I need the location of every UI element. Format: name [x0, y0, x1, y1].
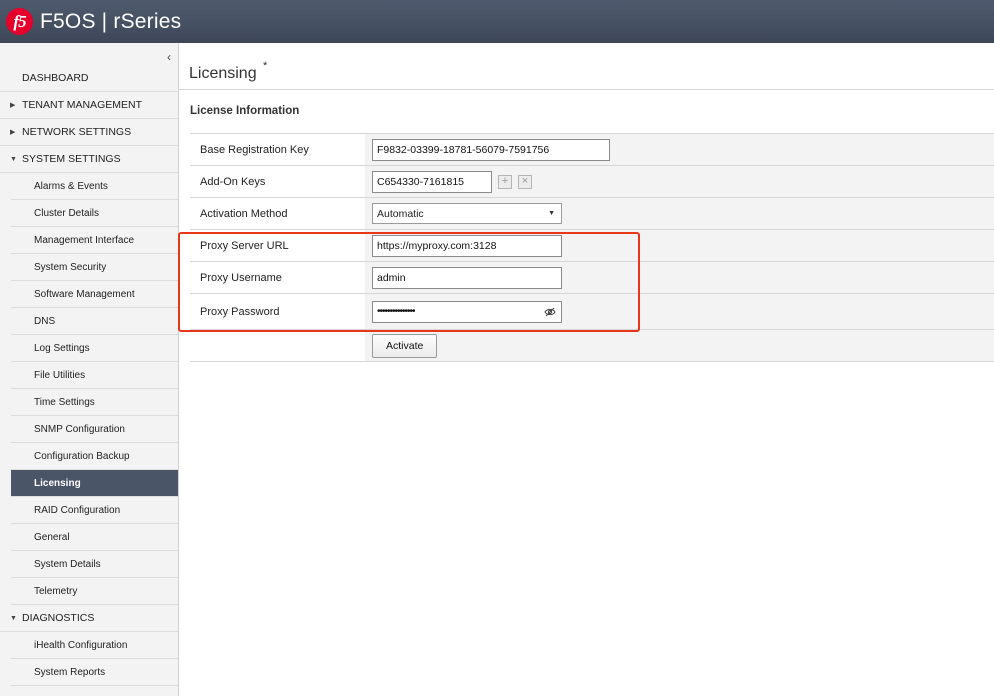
form-row-proxy-password: Proxy Password •••••••••••••••: [190, 294, 994, 330]
sidebar-item-ihealth-configuration[interactable]: iHealth Configuration: [11, 632, 178, 659]
form-row-actions: Activate: [190, 330, 994, 362]
plus-icon[interactable]: +: [498, 174, 512, 189]
sidebar-section-network-settings[interactable]: ▶ NETWORK SETTINGS: [0, 119, 178, 146]
sidebar-item-label: DIAGNOSTICS: [22, 612, 95, 624]
unsaved-marker: *: [263, 60, 268, 72]
base-registration-key-input[interactable]: F9832-03399-18781-56079-7591756: [372, 138, 610, 161]
sidebar: ‹ DASHBOARD ▶ TENANT MANAGEMENT ▶ NETWOR…: [0, 43, 179, 696]
password-mask: •••••••••••••••: [377, 306, 416, 317]
sidebar-item-configuration-backup[interactable]: Configuration Backup: [11, 443, 178, 470]
activate-button[interactable]: Activate: [372, 333, 438, 358]
select-value: Automatic: [377, 207, 424, 220]
activation-method-select[interactable]: Automatic ▼: [372, 203, 562, 224]
empty-label-cell: [190, 330, 365, 361]
form-row-addon-keys: Add-On Keys C654330-7161815 + ×: [190, 166, 994, 198]
proxy-url-label: Proxy Server URL: [190, 230, 365, 261]
sidebar-item-system-details[interactable]: System Details: [11, 551, 178, 578]
proxy-username-input[interactable]: admin: [372, 266, 562, 289]
sidebar-item-label: TENANT MANAGEMENT: [22, 99, 142, 111]
form-value-cell: C654330-7161815 + ×: [365, 166, 994, 197]
addon-keys-label: Add-On Keys: [190, 166, 365, 197]
sidebar-item-system-reports[interactable]: System Reports: [11, 659, 178, 686]
form-row-base-key: Base Registration Key F9832-03399-18781-…: [190, 134, 994, 166]
addon-key-input[interactable]: C654330-7161815: [372, 170, 492, 193]
sidebar-item-alarms-events[interactable]: Alarms & Events: [11, 173, 178, 200]
form-value-cell: https://myproxy.com:3128: [365, 230, 994, 261]
close-icon[interactable]: ×: [518, 174, 532, 189]
activation-method-label: Activation Method: [190, 198, 365, 229]
sidebar-item-file-utilities[interactable]: File Utilities: [11, 362, 178, 389]
eye-slash-icon[interactable]: [544, 307, 556, 317]
sidebar-item-raid-configuration[interactable]: RAID Configuration: [11, 497, 178, 524]
license-form: Base Registration Key F9832-03399-18781-…: [190, 133, 994, 362]
form-row-proxy-url: Proxy Server URL https://myproxy.com:312…: [190, 230, 994, 262]
page-header: Licensing *: [179, 48, 994, 90]
sidebar-section-tenant-management[interactable]: ▶ TENANT MANAGEMENT: [0, 92, 178, 119]
proxy-username-label: Proxy Username: [190, 262, 365, 293]
app-title: F5OS | rSeries: [40, 9, 182, 33]
sidebar-nav: DASHBOARD ▶ TENANT MANAGEMENT ▶ NETWORK …: [0, 64, 178, 686]
proxy-password-input[interactable]: •••••••••••••••: [372, 300, 562, 323]
sidebar-item-snmp-configuration[interactable]: SNMP Configuration: [11, 416, 178, 443]
form-value-cell: •••••••••••••••: [365, 294, 994, 329]
form-value-cell: F9832-03399-18781-56079-7591756: [365, 134, 994, 165]
main-content: Licensing * License Information Base Reg…: [178, 43, 994, 696]
sidebar-item-label: NETWORK SETTINGS: [22, 126, 132, 138]
page-title: Licensing: [189, 65, 257, 82]
form-value-cell: admin: [365, 262, 994, 293]
form-row-activation-method: Activation Method Automatic ▼: [190, 198, 994, 230]
f5-logo: f5: [6, 8, 33, 35]
sidebar-item-dns[interactable]: DNS: [11, 308, 178, 335]
caret-right-icon: ▶: [10, 129, 16, 136]
form-value-cell: Automatic ▼: [365, 198, 994, 229]
sidebar-item-telemetry[interactable]: Telemetry: [11, 578, 178, 605]
sidebar-item-label: DASHBOARD: [22, 71, 89, 84]
sidebar-item-software-management[interactable]: Software Management: [11, 281, 178, 308]
caret-right-icon: ▶: [10, 102, 16, 109]
sidebar-item-label: SYSTEM SETTINGS: [22, 153, 121, 165]
caret-down-icon: ▼: [548, 210, 555, 217]
chevron-left-icon[interactable]: ‹: [167, 51, 171, 63]
sidebar-item-system-security[interactable]: System Security: [11, 254, 178, 281]
caret-down-icon: ▼: [10, 155, 17, 163]
section-title: License Information: [190, 105, 300, 117]
sidebar-item-management-interface[interactable]: Management Interface: [11, 227, 178, 254]
form-row-proxy-username: Proxy Username admin: [190, 262, 994, 294]
form-value-cell: Activate: [365, 330, 994, 361]
top-bar: f5 F5OS | rSeries: [0, 0, 994, 43]
sidebar-item-time-settings[interactable]: Time Settings: [11, 389, 178, 416]
sidebar-item-dashboard[interactable]: DASHBOARD: [0, 64, 178, 92]
sidebar-item-licensing[interactable]: Licensing: [11, 470, 178, 497]
sidebar-section-system-settings[interactable]: ▼ SYSTEM SETTINGS: [0, 146, 178, 173]
sidebar-item-cluster-details[interactable]: Cluster Details: [11, 200, 178, 227]
base-key-label: Base Registration Key: [190, 134, 365, 165]
proxy-password-label: Proxy Password: [190, 294, 365, 329]
proxy-server-url-input[interactable]: https://myproxy.com:3128: [372, 234, 562, 257]
sidebar-item-log-settings[interactable]: Log Settings: [11, 335, 178, 362]
caret-down-icon: ▼: [10, 614, 17, 622]
sidebar-section-diagnostics[interactable]: ▼ DIAGNOSTICS: [0, 605, 178, 632]
sidebar-item-general[interactable]: General: [11, 524, 178, 551]
